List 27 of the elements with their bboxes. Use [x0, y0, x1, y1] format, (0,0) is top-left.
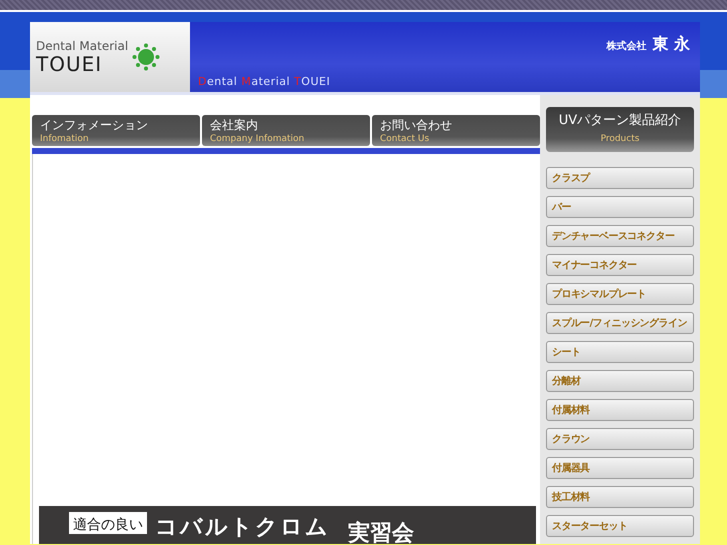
nav-tab[interactable]: 会社案内 Company Infomation	[202, 115, 370, 146]
sidebar-item[interactable]: 分離材	[546, 370, 694, 392]
company-name: 東 永	[652, 34, 690, 55]
sidebar-item[interactable]: スターターセット	[546, 515, 694, 537]
banner-headline: 実習会	[348, 520, 414, 544]
sidebar-item[interactable]: スプルー/フィニッシングライン	[546, 312, 694, 334]
products-button[interactable]: UVパターン製品紹介 Products	[546, 107, 694, 152]
banner-label: 適合の良い	[69, 512, 147, 534]
sidebar-item[interactable]: デンチャーベースコネクター	[546, 225, 694, 247]
sidebar-item[interactable]: クラスプ	[546, 167, 694, 189]
sidebar-item[interactable]: バー	[546, 196, 694, 218]
sidebar-item[interactable]: プロキシマルプレート	[546, 283, 694, 305]
sidebar-item[interactable]: 付属材料	[546, 399, 694, 421]
sidebar-item[interactable]: マイナーコネクター	[546, 254, 694, 276]
molecule-icon	[132, 43, 160, 71]
banner-headline: コバルトクロム	[155, 514, 330, 542]
promo-banner[interactable]: 適合の良い コバルトクロム 実習会	[39, 506, 536, 544]
sidebar-item[interactable]: シート	[546, 341, 694, 363]
sidebar-item[interactable]: クラウン	[546, 428, 694, 450]
company-prefix: 株式会社	[606, 40, 646, 53]
sidebar-item[interactable]: 技工材料	[546, 486, 694, 508]
nav-tab[interactable]: お問い合わせ Contact Us	[372, 115, 540, 146]
sidebar-item[interactable]: 付属器具	[546, 457, 694, 479]
logo-text: Dental Material	[36, 39, 128, 53]
tagline: Dental Material TOUEI	[198, 75, 332, 88]
nav-tab[interactable]: インフォメーション Infomation	[32, 115, 200, 146]
logo-text: TOUEI	[36, 53, 104, 75]
